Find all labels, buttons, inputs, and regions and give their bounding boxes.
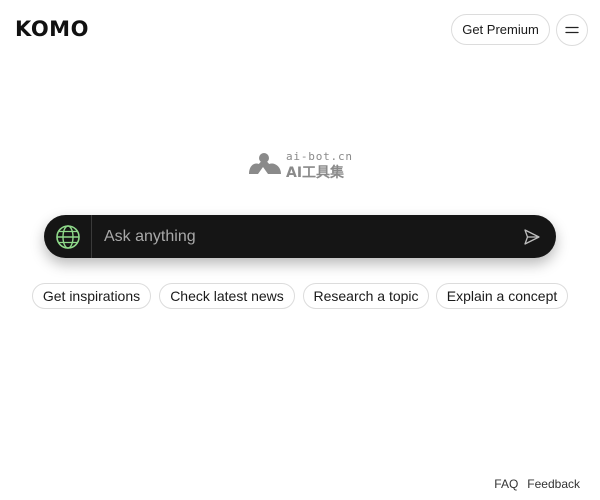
- chip-explain-a-concept[interactable]: Explain a concept: [436, 283, 568, 309]
- menu-icon: [565, 26, 579, 34]
- chip-get-inspirations[interactable]: Get inspirations: [32, 283, 151, 309]
- search-bar: [44, 215, 556, 258]
- chip-check-latest-news[interactable]: Check latest news: [159, 283, 295, 309]
- faq-link[interactable]: FAQ: [494, 477, 518, 491]
- web-search-toggle[interactable]: [44, 215, 92, 258]
- search-input[interactable]: [92, 215, 512, 258]
- globe-icon: [55, 224, 80, 249]
- send-button[interactable]: [512, 215, 552, 258]
- page: KOMO Get Premium ai-bot.cn AI工具集 Ask any…: [0, 0, 600, 500]
- chip-research-a-topic[interactable]: Research a topic: [303, 283, 429, 309]
- suggestion-chips: Get inspirations Check latest news Resea…: [32, 283, 572, 309]
- menu-button[interactable]: [556, 14, 588, 46]
- watermark: ai-bot.cn AI工具集: [248, 150, 358, 181]
- feedback-link[interactable]: Feedback: [527, 477, 580, 491]
- komo-logo[interactable]: KOMO: [15, 17, 89, 41]
- send-icon: [524, 228, 540, 245]
- footer: FAQ Feedback: [494, 477, 580, 491]
- cloud-logo-icon: [249, 153, 281, 174]
- watermark-title: AI工具集: [286, 165, 345, 181]
- get-premium-button[interactable]: Get Premium: [451, 14, 550, 45]
